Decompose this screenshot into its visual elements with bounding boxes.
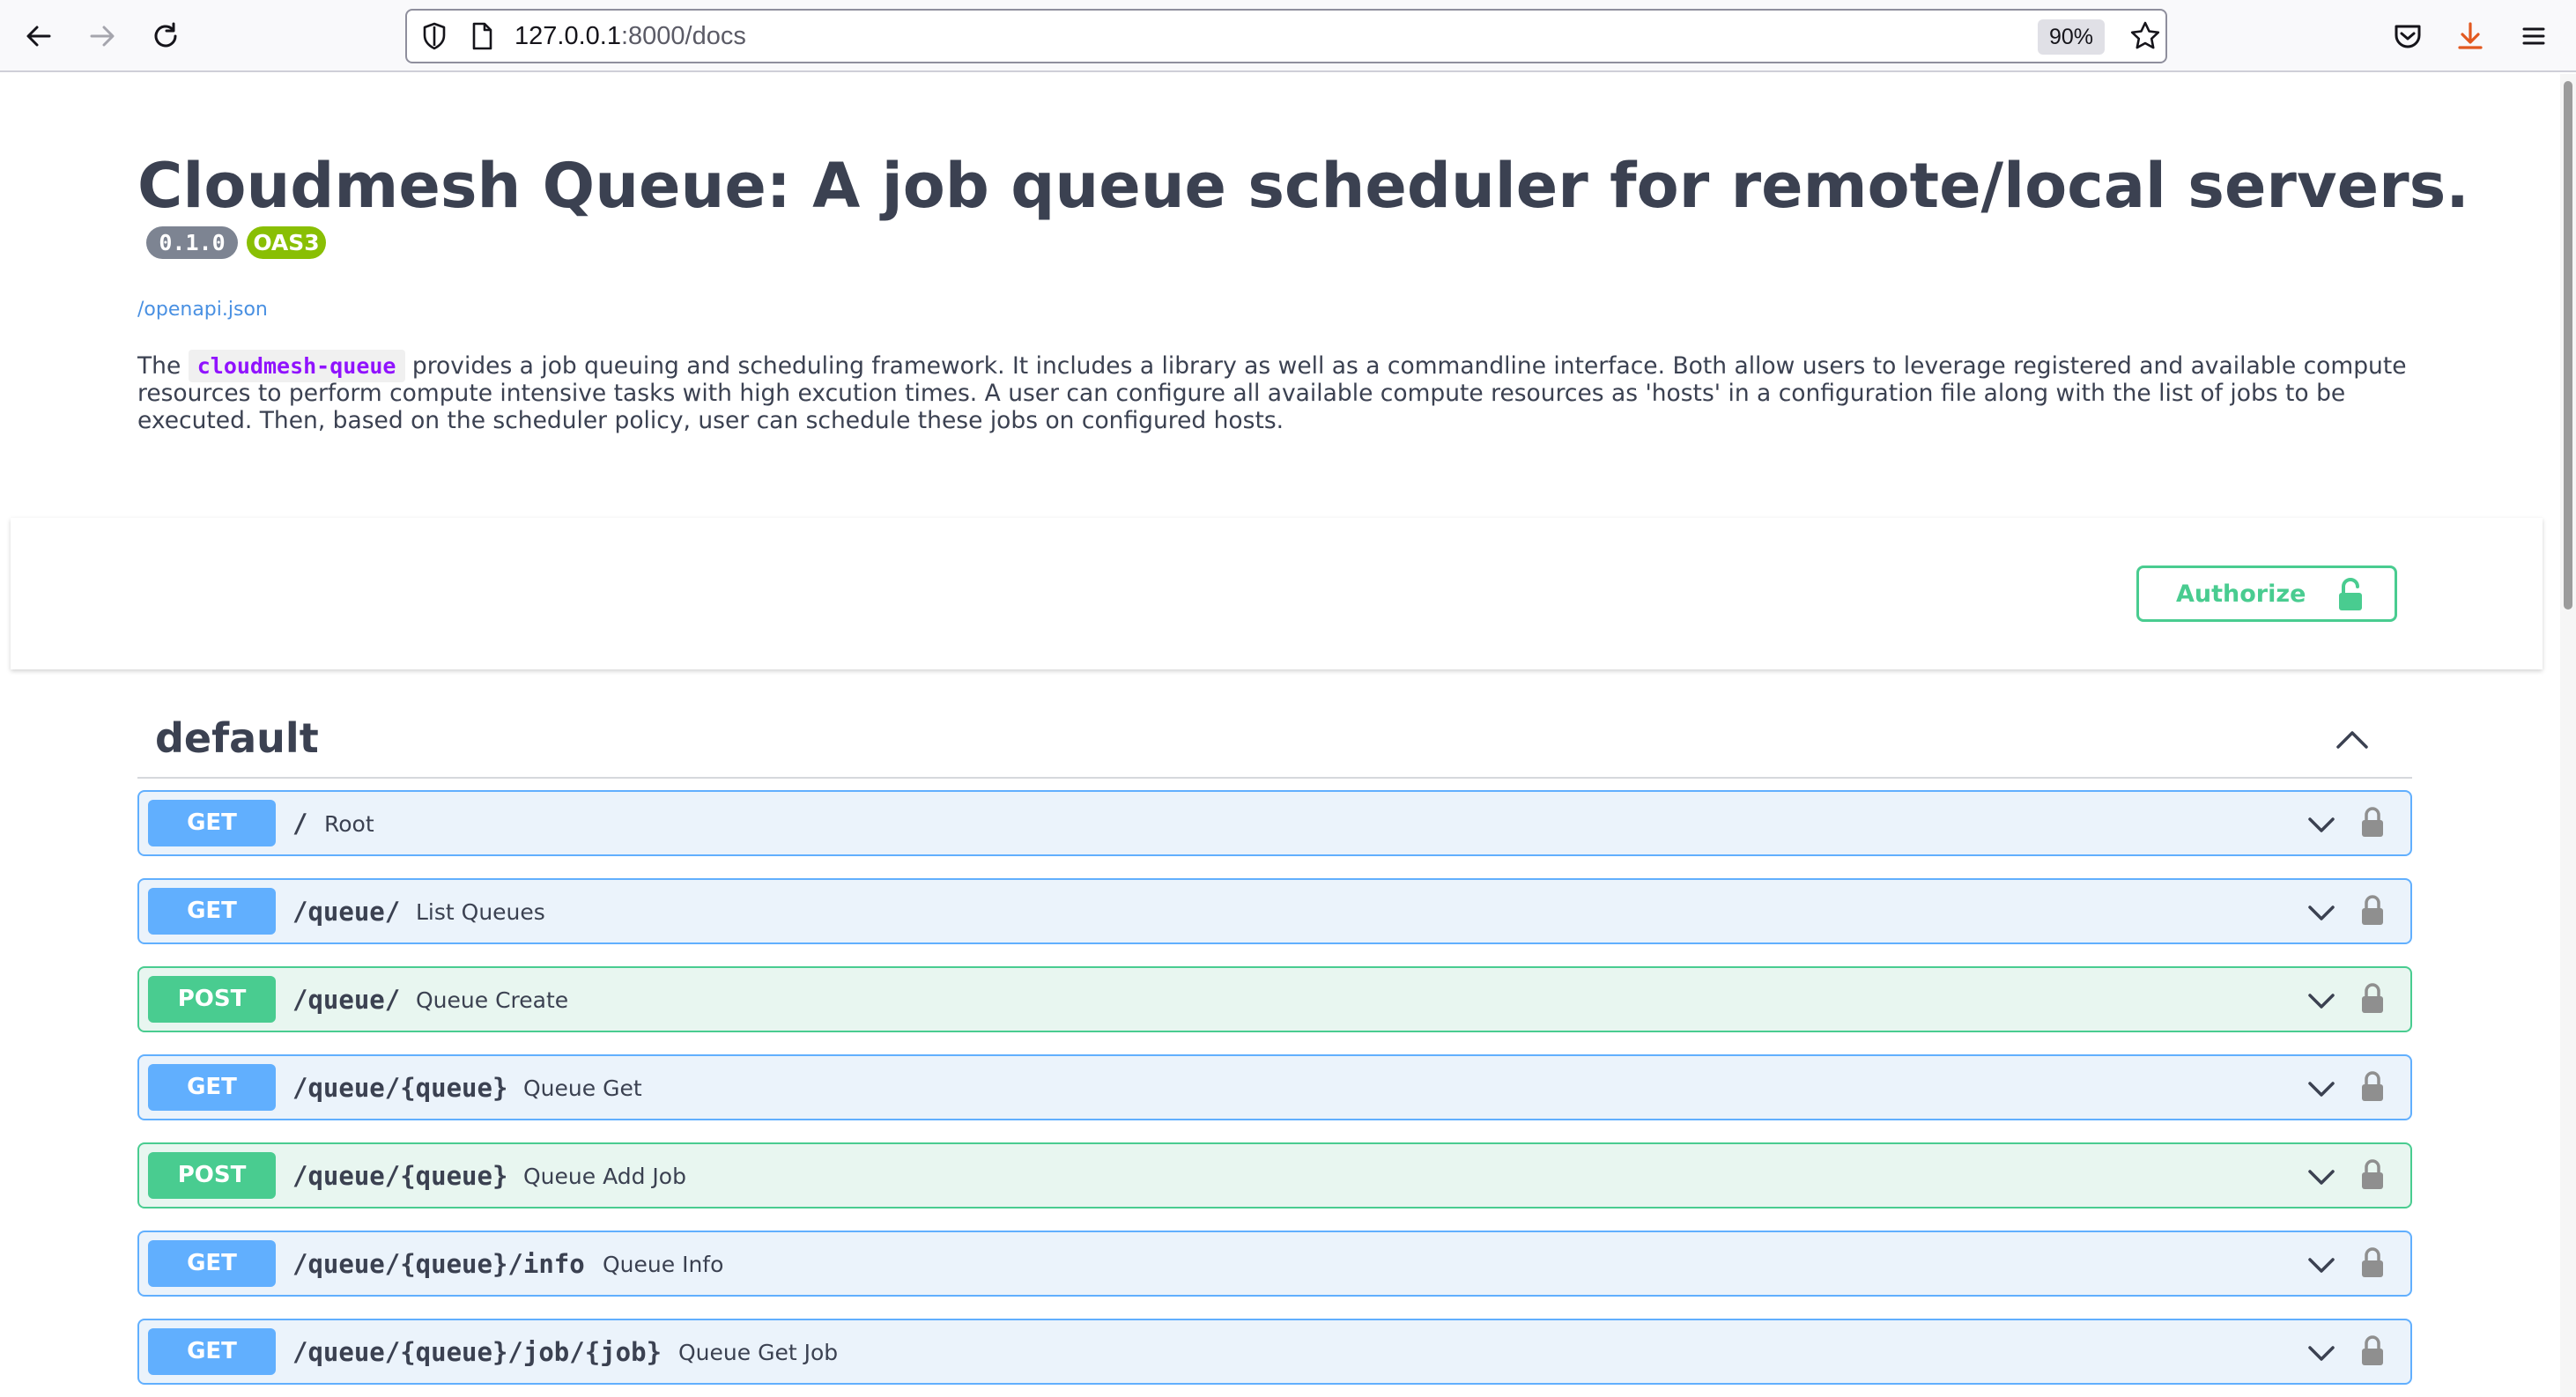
unlocked-icon — [2339, 578, 2362, 610]
url-text[interactable]: 127.0.0.1:8000/docs — [514, 20, 746, 52]
operation-row-get-queue-get[interactable]: GET /queue/{queue} Queue Get — [137, 1054, 2412, 1120]
operation-path: /queue/ — [292, 985, 401, 1015]
chevron-down-icon[interactable] — [2306, 811, 2337, 838]
forward-arrow-icon[interactable] — [85, 18, 120, 54]
method-badge: GET — [148, 888, 276, 935]
operation-summary: Queue Info — [603, 1252, 724, 1277]
shield-icon[interactable] — [418, 19, 451, 53]
operation-row-post-queue-create[interactable]: POST /queue/ Queue Create — [137, 966, 2412, 1032]
chevron-down-icon[interactable] — [2306, 1075, 2337, 1102]
operation-path: /queue/{queue}/info — [292, 1249, 585, 1279]
chevron-down-icon[interactable] — [2306, 1340, 2337, 1366]
operation-row-get-queue-get-job[interactable]: GET /queue/{queue}/job/{job} Queue Get J… — [137, 1319, 2412, 1385]
lock-icon[interactable] — [2359, 1157, 2386, 1191]
pocket-icon[interactable] — [2390, 18, 2425, 54]
version-badge: 0.1.0 — [146, 226, 238, 259]
operation-row-get-queue-info[interactable]: GET /queue/{queue}/info Queue Info — [137, 1231, 2412, 1297]
chevron-up-icon[interactable] — [2331, 722, 2373, 758]
operation-path: /queue/{queue} — [292, 1161, 508, 1191]
page-icon — [465, 19, 499, 53]
chevron-down-icon[interactable] — [2306, 987, 2337, 1014]
operation-summary: Queue Add Job — [523, 1164, 686, 1189]
oas-badge: OAS3 — [247, 226, 326, 259]
authorize-button[interactable]: Authorize — [2136, 565, 2397, 622]
operation-row-get-list-queues[interactable]: GET /queue/ List Queues — [137, 878, 2412, 944]
url-path: :8000/docs — [620, 22, 746, 50]
operation-summary: Root — [324, 811, 374, 837]
reload-icon[interactable] — [148, 18, 183, 54]
lock-icon[interactable] — [2359, 805, 2386, 839]
operation-row-get-root[interactable]: GET / Root — [137, 790, 2412, 856]
zoom-level-badge[interactable]: 90% — [2038, 19, 2105, 55]
authorize-label: Authorize — [2176, 580, 2306, 608]
operation-summary: Queue Get — [523, 1075, 642, 1101]
description-code: cloudmesh-queue — [188, 350, 405, 382]
openapi-json-link[interactable]: /openapi.json — [137, 297, 268, 323]
lock-icon[interactable] — [2359, 1245, 2386, 1279]
method-badge: GET — [148, 1064, 276, 1111]
api-description: The cloudmesh-queue provides a job queui… — [137, 350, 2410, 434]
operation-path: / — [292, 809, 308, 839]
chevron-down-icon[interactable] — [2306, 1252, 2337, 1278]
bookmark-star-icon[interactable] — [2128, 19, 2162, 53]
operation-summary: Queue Create — [416, 987, 569, 1013]
api-title: Cloudmesh Queue: A job queue scheduler f… — [137, 150, 2469, 222]
back-arrow-icon[interactable] — [21, 18, 56, 54]
download-icon[interactable] — [2453, 18, 2488, 54]
url-host: 127.0.0.1 — [514, 22, 621, 50]
operation-path: /queue/{queue} — [292, 1073, 508, 1103]
description-text: provides a job queuing and scheduling fr… — [137, 352, 2407, 434]
operation-summary: Queue Get Job — [678, 1340, 839, 1365]
lock-icon[interactable] — [2359, 893, 2386, 927]
tag-title: default — [155, 714, 319, 762]
chevron-down-icon[interactable] — [2306, 899, 2337, 926]
tag-section-header[interactable]: default — [137, 706, 2412, 779]
method-badge: GET — [148, 800, 276, 846]
operation-summary: List Queues — [416, 899, 545, 925]
address-bar[interactable]: 127.0.0.1:8000/docs 90% — [405, 9, 2167, 63]
scrollbar-thumb[interactable] — [2564, 81, 2572, 610]
browser-toolbar: 127.0.0.1:8000/docs 90% — [0, 0, 2576, 72]
lock-icon[interactable] — [2359, 1069, 2386, 1103]
hamburger-menu-icon[interactable] — [2516, 18, 2551, 54]
method-badge: POST — [148, 1152, 276, 1199]
method-badge: GET — [148, 1240, 276, 1287]
operation-path: /queue/{queue}/job/{job} — [292, 1337, 663, 1367]
description-prefix: The — [137, 352, 189, 380]
method-badge: POST — [148, 976, 276, 1023]
chevron-down-icon[interactable] — [2306, 1164, 2337, 1190]
lock-icon[interactable] — [2359, 1334, 2386, 1367]
method-badge: GET — [148, 1328, 276, 1375]
lock-icon[interactable] — [2359, 981, 2386, 1015]
operation-row-post-queue-add-job[interactable]: POST /queue/{queue} Queue Add Job — [137, 1142, 2412, 1209]
operation-path: /queue/ — [292, 897, 401, 927]
